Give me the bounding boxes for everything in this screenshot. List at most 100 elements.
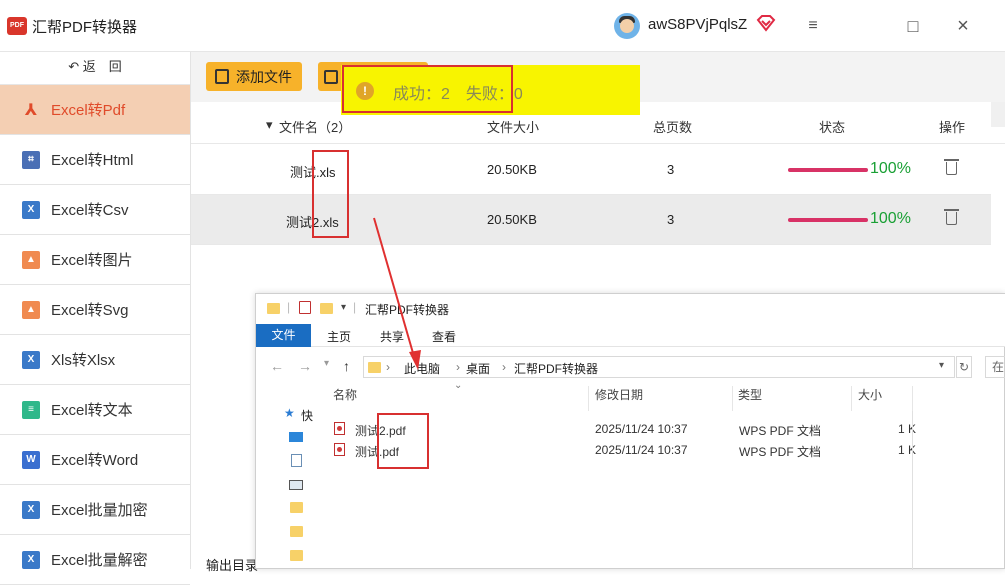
sidebar-item-excel-encrypt[interactable]: X Excel批量加密 <box>0 485 190 535</box>
excel-sheet-icon: X <box>22 550 40 569</box>
folder-icon <box>368 362 381 373</box>
excel-x-icon: X <box>22 350 40 369</box>
sidebar-item-xls-to-xlsx[interactable]: X Xls转Xlsx <box>0 335 190 385</box>
column-type[interactable]: 类型 <box>738 386 762 411</box>
username[interactable]: awS8PVjPqlsZ <box>648 16 747 33</box>
add-folder-icon <box>324 69 338 84</box>
file-type: WPS PDF 文档 <box>739 424 822 438</box>
folder-icon <box>267 303 280 314</box>
sidebar-item-label: Excel批量加密 <box>51 502 148 519</box>
recent-dropdown-icon[interactable]: ▾ <box>324 358 329 369</box>
refresh-icon[interactable]: ↻ <box>956 356 972 378</box>
sidebar: ↶ 返 回 ⅄ Excel转Pdf ⌗ Excel转Html X Excel转C… <box>0 52 191 585</box>
breadcrumb-item[interactable]: 汇帮PDF转换器 <box>514 360 598 377</box>
page-count: 3 <box>667 162 675 177</box>
word-icon: W <box>22 450 40 469</box>
pdf-file-icon <box>334 443 345 456</box>
delete-icon[interactable] <box>944 209 959 225</box>
collapse-icon[interactable]: ⌄ <box>454 380 462 391</box>
maximize-icon[interactable]: □ <box>901 14 925 38</box>
folder-icon[interactable] <box>290 526 303 537</box>
address-dropdown-icon[interactable]: ▾ <box>939 360 944 371</box>
table-row[interactable]: 测试.xls 20.50KB 3 100% <box>191 145 991 195</box>
star-icon: ★ <box>284 406 295 420</box>
properties-icon[interactable] <box>299 301 311 314</box>
breadcrumb-item[interactable]: 桌面 <box>466 360 490 377</box>
menu-icon[interactable]: ≡ <box>801 14 825 38</box>
sidebar-item-excel-to-csv[interactable]: X Excel转Csv <box>0 185 190 235</box>
column-name[interactable]: 文件名（2） <box>279 117 351 136</box>
column-divider <box>912 411 913 570</box>
tab-share[interactable]: 共享 <box>380 328 404 345</box>
quick-access-dropdown-icon[interactable]: ▾ <box>341 302 346 313</box>
add-file-icon <box>215 69 229 84</box>
sort-arrow-icon[interactable]: ▾ <box>266 117 273 133</box>
pdf-file-icon <box>334 422 345 435</box>
file-size: 1 K <box>898 422 917 436</box>
column-size[interactable]: 大小 <box>858 386 882 411</box>
pdf-icon: ⅄ <box>24 101 38 119</box>
sidebar-item-label: Excel转Svg <box>51 302 129 319</box>
forward-arrow-icon[interactable]: → <box>298 358 312 374</box>
html-icon: ⌗ <box>22 150 40 169</box>
column-name[interactable]: 名称 <box>333 386 357 411</box>
file-explorer-window: | ▾ | 汇帮PDF转换器 文件 主页 共享 查看 ← → ▾ ↑ › 此电脑… <box>255 293 1005 570</box>
table-row[interactable]: 测试2.xls 20.50KB 3 100% <box>191 195 991 245</box>
sidebar-item-label: Excel转文本 <box>51 402 133 419</box>
up-arrow-icon[interactable]: ↑ <box>343 358 350 374</box>
breadcrumb-item[interactable]: 此电脑 <box>404 360 440 377</box>
excel-sheet-icon: X <box>22 500 40 519</box>
ribbon-tabs: 文件 主页 共享 查看 <box>256 324 1005 347</box>
page-count: 3 <box>667 212 675 227</box>
sidebar-item-label: Xls转Xlsx <box>51 352 116 369</box>
tab-file[interactable]: 文件 <box>256 324 311 347</box>
avatar[interactable] <box>614 13 640 39</box>
vip-diamond-icon[interactable] <box>756 14 776 32</box>
sidebar-item-excel-decrypt[interactable]: X Excel批量解密 <box>0 535 190 585</box>
sidebar-item-excel-to-word[interactable]: W Excel转Word <box>0 435 190 485</box>
sidebar-item-excel-to-image[interactable]: ▲ Excel转图片 <box>0 235 190 285</box>
sidebar-item-label: Excel批量解密 <box>51 552 148 569</box>
back-arrow-icon[interactable]: ← <box>270 358 284 374</box>
column-pages: 总页数 <box>653 120 693 135</box>
image-icon: ▲ <box>22 300 40 319</box>
quick-access-label[interactable]: 快 <box>301 407 313 424</box>
sidebar-item-excel-to-html[interactable]: ⌗ Excel转Html <box>0 135 190 185</box>
sidebar-item-excel-to-svg[interactable]: ▲ Excel转Svg <box>0 285 190 335</box>
progress-bar <box>788 218 868 222</box>
file-date: 2025/11/24 10:37 <box>595 443 688 457</box>
sidebar-item-label: Excel转Word <box>51 452 139 469</box>
sidebar-item-excel-to-text[interactable]: ≡ Excel转文本 <box>0 385 190 435</box>
column-actions: 操作 <box>939 120 966 135</box>
app-logo: PDF <box>7 17 27 35</box>
image-icon: ▲ <box>22 250 40 269</box>
sidebar-item-label: Excel转Pdf <box>51 102 126 119</box>
tab-home[interactable]: 主页 <box>327 328 351 345</box>
tab-view[interactable]: 查看 <box>432 328 456 345</box>
sidebar-item-label: Excel转Html <box>51 152 134 169</box>
highlight-box <box>377 413 429 469</box>
file-type: WPS PDF 文档 <box>739 445 822 459</box>
navigation-pane: ★ 快 <box>256 386 316 570</box>
address-bar[interactable]: › 此电脑 › 桌面 › 汇帮PDF转换器 ▾ <box>363 356 955 378</box>
document-icon[interactable] <box>291 454 302 467</box>
picture-icon[interactable] <box>289 480 303 490</box>
desktop-icon[interactable] <box>289 432 303 442</box>
search-input[interactable]: 在 <box>985 356 1005 378</box>
file-size: 20.50KB <box>487 212 537 227</box>
delete-icon[interactable] <box>944 159 959 175</box>
back-button[interactable]: ↶ 返 回 <box>0 52 190 85</box>
folder-icon[interactable] <box>290 550 303 561</box>
new-folder-icon[interactable] <box>320 303 333 314</box>
column-status: 状态 <box>819 120 846 135</box>
sidebar-item-excel-to-pdf[interactable]: ⅄ Excel转Pdf <box>0 85 190 135</box>
folder-icon[interactable] <box>290 502 303 513</box>
close-icon[interactable]: × <box>951 14 975 38</box>
progress-bar <box>788 168 868 172</box>
add-file-button[interactable]: 添加文件 <box>206 62 302 91</box>
output-dir-label: 输出目录 <box>206 558 259 573</box>
file-size: 1 K <box>898 443 917 457</box>
app-title: 汇帮PDF转换器 <box>32 19 138 36</box>
excel-x-icon: X <box>22 200 40 219</box>
column-date[interactable]: 修改日期 <box>595 386 643 411</box>
